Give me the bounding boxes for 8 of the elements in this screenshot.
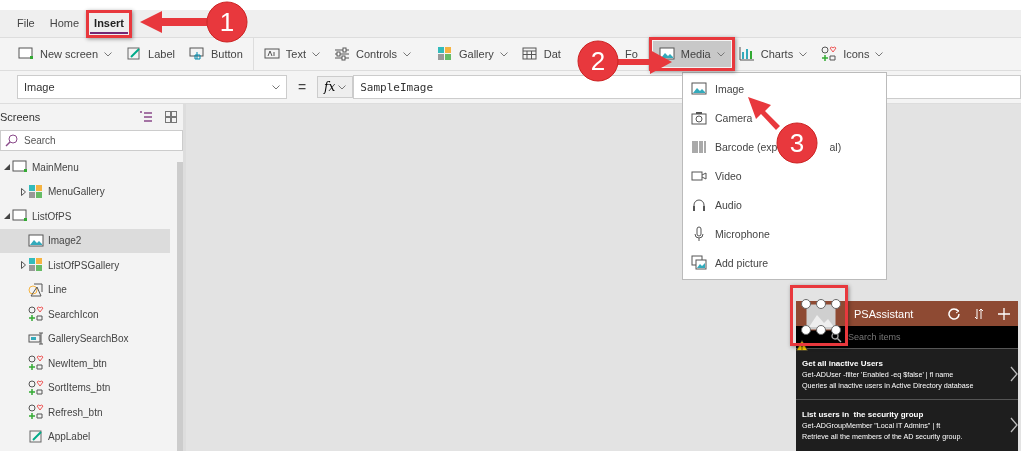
item-title: Get all inactive Users: [802, 358, 884, 368]
equals-sign: =: [296, 79, 308, 95]
app-title: PSAssistant: [854, 307, 915, 320]
callout-number: 1: [219, 7, 235, 37]
item-title: List users in the security group: [802, 409, 925, 419]
callout-number: 3: [789, 128, 805, 158]
panel-title: Screens: [0, 111, 41, 123]
callout-number: 2: [590, 46, 606, 76]
